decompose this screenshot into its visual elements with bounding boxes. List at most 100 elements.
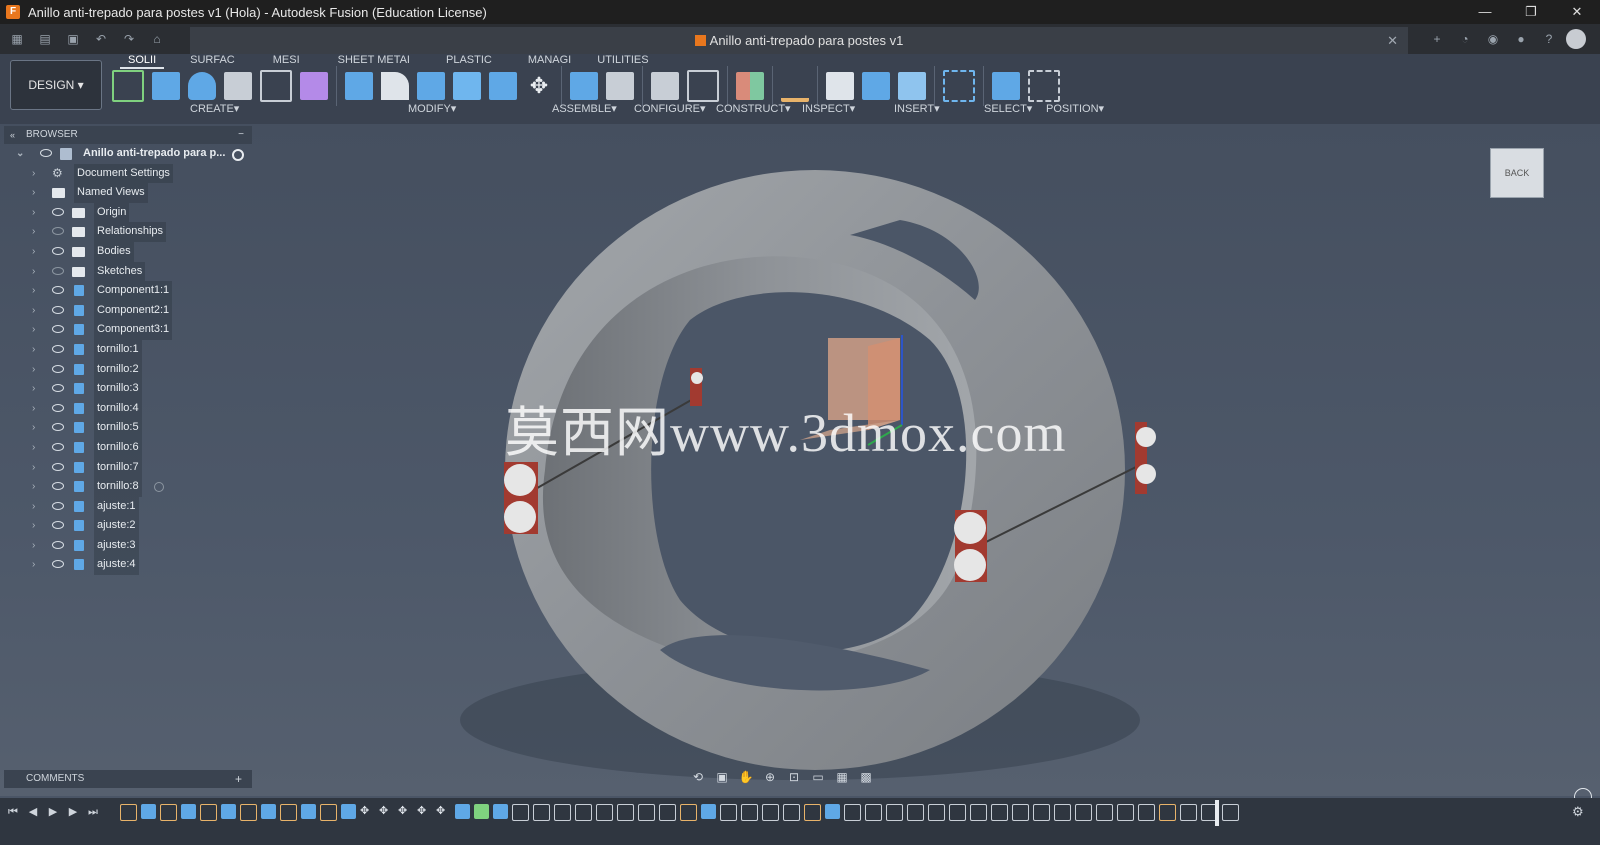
browser-item-component[interactable]: › ajuste:1	[4, 496, 252, 517]
play-icon[interactable]: ▶	[46, 804, 60, 820]
orbit-icon[interactable]: ⟲	[688, 768, 708, 786]
visibility-icon[interactable]	[52, 540, 64, 549]
timeline-feature-icon[interactable]	[120, 804, 137, 821]
browser-item-document-settings[interactable]: › ⚙ Document Settings	[4, 163, 252, 184]
chevron-right-icon[interactable]: ›	[32, 458, 35, 478]
browser-item-component[interactable]: › ajuste:2	[4, 516, 252, 536]
timeline-joint-icon[interactable]	[617, 804, 634, 821]
press-pull-icon[interactable]	[345, 72, 373, 100]
split-body-icon[interactable]	[489, 72, 517, 100]
chevron-right-icon[interactable]: ›	[32, 399, 35, 419]
timeline-feature-icon[interactable]	[341, 804, 356, 819]
timeline-joint-icon[interactable]	[886, 804, 903, 821]
browser-item-component[interactable]: › ajuste:4	[4, 555, 252, 576]
timeline-joint-icon[interactable]	[762, 804, 779, 821]
visibility-icon[interactable]	[52, 384, 64, 393]
chevron-right-icon[interactable]: ›	[32, 222, 35, 242]
move-icon[interactable]: ✥	[525, 72, 553, 100]
chevron-right-icon[interactable]: ›	[32, 516, 35, 536]
extrude-icon[interactable]	[152, 72, 180, 100]
revolve-icon[interactable]	[188, 72, 216, 100]
chevron-right-icon[interactable]: ›	[32, 379, 35, 399]
timeline-joint-icon[interactable]	[991, 804, 1008, 821]
browser-item-component[interactable]: › tornillo:2	[4, 359, 252, 380]
new-component-assemble-icon[interactable]	[570, 72, 598, 100]
combine-icon[interactable]	[453, 72, 481, 100]
visibility-icon[interactable]	[52, 325, 64, 334]
timeline-joint-icon[interactable]	[741, 804, 758, 821]
chevron-right-icon[interactable]: ›	[32, 164, 35, 184]
file-menu-icon[interactable]: ▤	[34, 28, 56, 50]
group-create[interactable]: CREATE▾	[190, 102, 239, 115]
timeline-feature-icon[interactable]	[240, 804, 257, 821]
group-position[interactable]: POSITION▾	[1046, 102, 1104, 115]
timeline-joint-icon[interactable]	[928, 804, 945, 821]
restore-button[interactable]: ❐	[1508, 0, 1554, 24]
viewports-icon[interactable]: ▩	[856, 768, 876, 786]
timeline-move-icon[interactable]: ✥	[398, 804, 413, 819]
document-tab[interactable]: Anillo anti-trepado para postes v1 ✕	[190, 27, 1408, 54]
group-modify[interactable]: MODIFY▾	[408, 102, 456, 115]
timeline-feature-icon[interactable]	[301, 804, 316, 819]
measure-icon[interactable]	[781, 70, 809, 102]
step-back-icon[interactable]: ◀	[26, 804, 40, 820]
timeline-settings-icon[interactable]: ⚙	[1572, 804, 1588, 820]
fillet-icon[interactable]	[381, 72, 409, 100]
insert-canvas-icon[interactable]	[898, 72, 926, 100]
browser-item-component[interactable]: › Component3:1	[4, 320, 252, 340]
help-icon[interactable]: ?	[1538, 28, 1560, 50]
chevron-right-icon[interactable]: ›	[32, 536, 35, 556]
minimize-button[interactable]: —	[1462, 0, 1508, 24]
select-icon[interactable]	[943, 70, 975, 102]
workspace-switcher[interactable]: DESIGN ▾	[10, 60, 102, 110]
browser-item-named-views[interactable]: › Named Views	[4, 183, 252, 203]
timeline-joint-icon[interactable]	[1096, 804, 1113, 821]
revert-position-icon[interactable]	[1028, 70, 1060, 102]
display-settings-icon[interactable]: ▭	[808, 768, 828, 786]
chevron-down-icon[interactable]: ⌄	[16, 144, 24, 164]
add-comment-icon[interactable]: +	[235, 770, 242, 788]
timeline-feature-icon[interactable]	[181, 804, 196, 819]
chevron-right-icon[interactable]: ›	[32, 262, 35, 282]
browser-item-component[interactable]: › tornillo:5	[4, 418, 252, 438]
timeline-joint-icon[interactable]	[533, 804, 550, 821]
visibility-icon[interactable]	[52, 286, 64, 295]
timeline-joint-icon[interactable]	[1075, 804, 1092, 821]
group-assemble[interactable]: ASSEMBLE▾	[552, 102, 617, 115]
timeline-joint-icon[interactable]	[970, 804, 987, 821]
configuration-table-icon[interactable]	[687, 70, 719, 102]
timeline-joint-icon[interactable]	[1033, 804, 1050, 821]
group-configure[interactable]: CONFIGURE▾	[634, 102, 706, 115]
pattern-icon[interactable]	[260, 70, 292, 102]
timeline-joint-icon[interactable]	[554, 804, 571, 821]
timeline-feature-icon[interactable]	[701, 804, 716, 819]
go-to-end-icon[interactable]: ⏭	[86, 804, 100, 820]
timeline-feature-icon[interactable]	[474, 804, 489, 819]
browser-item-component[interactable]: › tornillo:6	[4, 437, 252, 458]
visibility-icon[interactable]	[52, 207, 64, 216]
visibility-off-icon[interactable]	[52, 266, 64, 275]
viewcube[interactable]: BACK	[1490, 148, 1544, 198]
chevron-right-icon[interactable]: ›	[32, 438, 35, 458]
timeline-feature-icon[interactable]	[680, 804, 697, 821]
timeline-feature-icon[interactable]	[160, 804, 177, 821]
timeline-joint-icon[interactable]	[512, 804, 529, 821]
close-tab-icon[interactable]: ✕	[1387, 27, 1398, 54]
notifications-icon[interactable]: ●	[1510, 28, 1532, 50]
browser-item-component[interactable]: › ajuste:3	[4, 535, 252, 556]
group-select[interactable]: SELECT▾	[984, 102, 1032, 115]
tab-plastic[interactable]: PLASTIC	[438, 53, 500, 67]
timeline-joint-icon[interactable]	[1054, 804, 1071, 821]
timeline-move-icon[interactable]: ✥	[417, 804, 432, 819]
timeline-move-icon[interactable]: ✥	[379, 804, 394, 819]
tab-mesh[interactable]: MESI	[265, 53, 308, 67]
group-insert[interactable]: INSERT▾	[894, 102, 940, 115]
timeline-joint-icon[interactable]	[783, 804, 800, 821]
pan-icon[interactable]: ✋	[736, 768, 756, 786]
visibility-icon[interactable]	[52, 403, 64, 412]
minimize-panel-icon[interactable]: −	[238, 126, 244, 144]
insert-derive-icon[interactable]	[826, 72, 854, 100]
chevron-right-icon[interactable]: ›	[32, 360, 35, 380]
capture-position-icon[interactable]	[992, 72, 1020, 100]
joint-icon[interactable]	[606, 72, 634, 100]
